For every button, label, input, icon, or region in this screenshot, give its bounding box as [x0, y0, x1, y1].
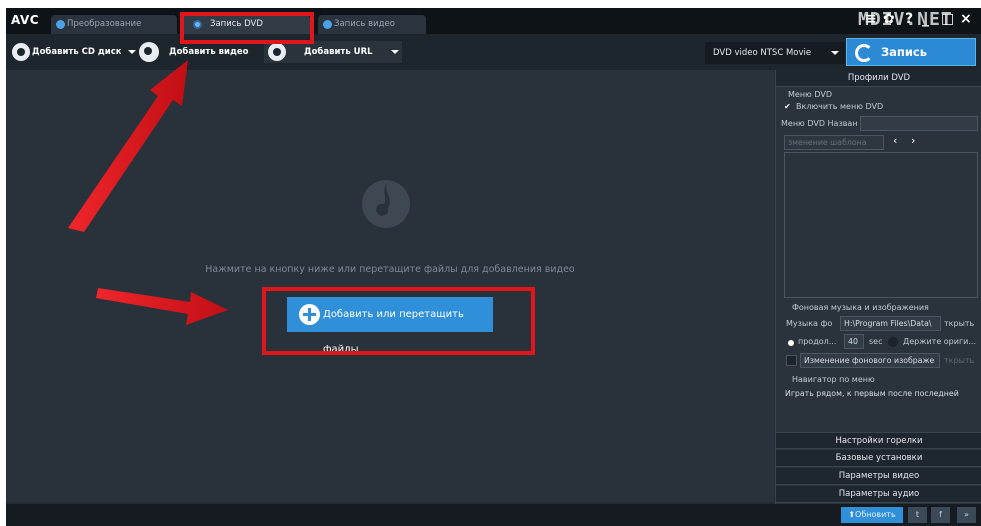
chevron-right-icon[interactable]: › — [911, 134, 915, 147]
burn-now-button[interactable]: Запись Теперь! — [846, 38, 976, 85]
facebook-icon[interactable]: f — [931, 507, 950, 523]
duration-label: продол... — [798, 337, 837, 346]
menu-icon[interactable]: ≡ — [865, 11, 877, 27]
template-change-button[interactable]: зменение шаблона — [784, 135, 884, 150]
basic-settings-header[interactable]: Базовые установки — [776, 450, 981, 467]
music-disc-icon — [362, 180, 410, 228]
checkmark-icon[interactable]: ✔ — [784, 102, 791, 111]
video-params-header[interactable]: Параметры видео — [776, 468, 981, 485]
music-path-input[interactable]: H:\Program Files\Data\ — [840, 316, 941, 331]
play-icon — [323, 20, 332, 29]
add-video-label: Добавить видео — [169, 47, 249, 57]
tab-convert-label: Преобразование — [67, 19, 142, 29]
cd-icon — [12, 43, 30, 61]
radio-duration-icon[interactable] — [788, 340, 794, 346]
chevron-left-icon[interactable]: ‹ — [893, 134, 897, 147]
film-add-icon — [139, 42, 159, 62]
profile-value: DVD video NTSC Movie — [713, 48, 812, 58]
menu-template-preview — [784, 152, 978, 298]
help-icon[interactable]: ? — [905, 11, 913, 27]
menu-name-input[interactable] — [860, 116, 978, 131]
add-video-button[interactable]: Добавить видео — [139, 41, 248, 63]
status-bar: ⬆Обновить t f » — [6, 504, 981, 526]
app-window: AVC Преобразование Запись DVD Запись вид… — [6, 8, 981, 526]
tab-dvd-burn[interactable]: Запись DVD — [182, 15, 310, 34]
add-cd-label: Добавить CD диск — [32, 47, 122, 57]
bg-image-checkbox[interactable] — [786, 355, 797, 366]
enable-menu-checkbox-label: Включить меню DVD — [796, 102, 884, 111]
update-label: Обновить — [855, 510, 896, 519]
url-add-icon — [268, 43, 286, 61]
settings-gear-icon[interactable]: ✿ — [883, 11, 895, 27]
profile-dropdown[interactable]: DVD video NTSC Movie — [705, 42, 845, 64]
add-files-button[interactable]: Добавить или перетащить файлы — [287, 297, 493, 355]
burner-settings-header[interactable]: Настройки горелки — [776, 432, 981, 449]
convert-icon — [56, 20, 65, 29]
drop-area[interactable]: Нажмите на кнопку ниже или перетащите фа… — [6, 70, 774, 502]
plus-icon — [299, 304, 320, 325]
profiles-header: Профили DVD — [776, 70, 981, 87]
dvd-profile-panel: Профили DVD Меню DVD ✔ Включить меню DVD… — [775, 70, 981, 504]
app-logo: AVC — [11, 13, 40, 27]
bg-image-change-button[interactable]: Изменение фонового изображе — [800, 353, 940, 368]
minimize-icon[interactable]: _ — [922, 11, 929, 27]
refresh-icon — [855, 44, 873, 62]
add-files-label: Добавить или перетащить файлы — [323, 309, 464, 355]
disc-icon — [193, 20, 202, 29]
duration-input[interactable]: 40 — [844, 334, 864, 349]
radio-keep-icon[interactable] — [888, 337, 898, 347]
tab-record-video[interactable]: Запись видео — [318, 15, 426, 34]
maximize-icon[interactable]: □ — [941, 11, 954, 27]
drop-hint-text: Нажмите на кнопку ниже или перетащите фа… — [205, 264, 575, 275]
keep-original-label: Держите ориги... — [903, 337, 976, 346]
open-bg-button[interactable]: ткрыть — [944, 356, 974, 365]
update-button[interactable]: ⬆Обновить — [841, 507, 903, 523]
twitter-icon[interactable]: t — [908, 507, 927, 523]
sec-label: sec — [869, 337, 883, 346]
chevron-down-icon — [390, 49, 399, 54]
bg-section-label: Фоновая музыка и изображения — [792, 303, 929, 312]
close-icon[interactable]: × — [960, 11, 972, 27]
navigator-section-label: Навигатор по меню — [792, 375, 875, 384]
tab-convert[interactable]: Преобразование — [51, 15, 177, 34]
more-icon[interactable]: » — [957, 507, 976, 523]
add-url-button[interactable]: Добавить URL — [264, 41, 402, 63]
tab-dvd-burn-label: Запись DVD — [210, 19, 263, 29]
navigator-dropdown[interactable]: Играть рядом, к первым после последней — [782, 387, 978, 402]
tab-record-video-label: Запись видео — [334, 19, 395, 29]
add-cd-button[interactable]: Добавить CD диск — [12, 41, 136, 63]
add-url-label: Добавить URL — [304, 47, 373, 57]
audio-params-header[interactable]: Параметры аудио — [776, 486, 981, 503]
music-label: Музыка фо — [786, 319, 833, 328]
open-music-button[interactable]: ткрыть — [944, 319, 974, 328]
toolbar: Добавить CD диск Добавить видео Добавить… — [6, 34, 981, 85]
menu-name-label: Меню DVD Назван — [781, 119, 858, 128]
title-bar: AVC Преобразование Запись DVD Запись вид… — [6, 8, 981, 34]
arrow-up-icon: ⬆ — [848, 510, 856, 519]
chevron-down-icon — [127, 49, 136, 54]
dvd-menu-section-label: Меню DVD — [788, 90, 832, 99]
chevron-down-icon — [831, 51, 839, 55]
